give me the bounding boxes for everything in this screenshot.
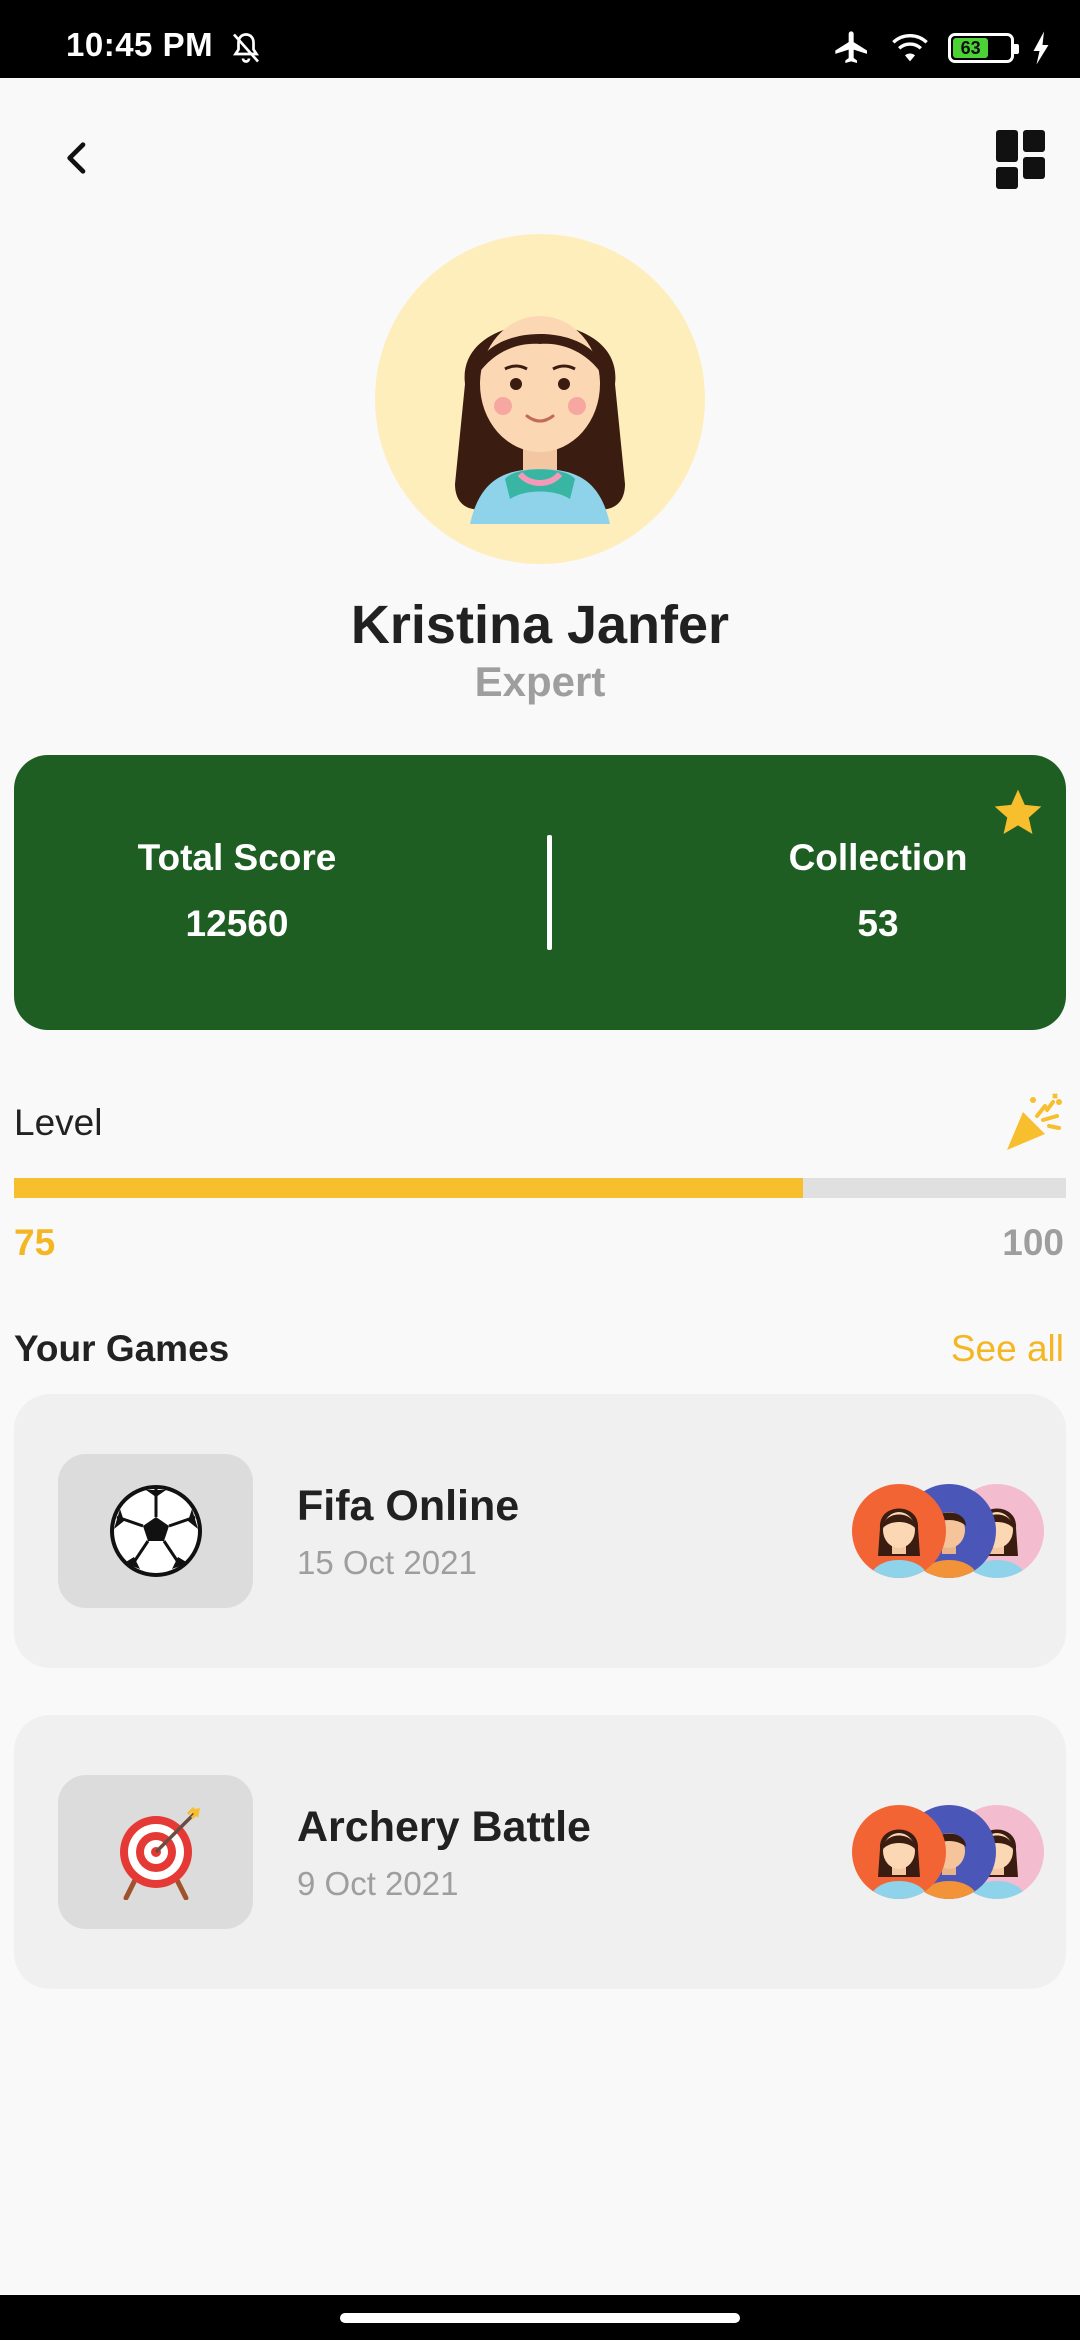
charging-icon <box>1033 31 1049 65</box>
total-score-label: Total Score <box>137 837 337 878</box>
collection-label: Collection <box>788 837 968 878</box>
grid-cell <box>1023 130 1045 152</box>
avatar-girl-illustration <box>455 316 625 524</box>
game-name: Archery Battle <box>297 1803 591 1851</box>
system-nav-bar <box>0 2295 1080 2340</box>
player-avatar <box>852 1805 946 1899</box>
bell-off-icon <box>232 33 260 63</box>
player-avatars <box>852 1805 1052 1901</box>
star-icon <box>994 789 1042 834</box>
wifi-icon <box>892 34 928 62</box>
collection-block: Collection 53 <box>708 837 1048 945</box>
game-card[interactable]: Fifa Online 15 Oct 2021 <box>14 1394 1066 1668</box>
stats-card: Total Score 12560 Collection 53 <box>14 755 1066 1030</box>
battery-icon: 63 <box>948 33 1019 63</box>
profile-rank: Expert <box>474 658 606 705</box>
battery-level: 63 <box>953 38 989 58</box>
level-label: Level <box>14 1102 103 1143</box>
grid-cell <box>1023 157 1045 179</box>
player-avatars <box>852 1484 1052 1580</box>
player-avatar <box>852 1484 946 1578</box>
game-name: Fifa Online <box>297 1482 520 1530</box>
battery-nub <box>1014 44 1019 54</box>
soccer-ball-icon <box>109 1485 202 1577</box>
see-all-link[interactable]: See all <box>951 1328 1064 1370</box>
home-indicator[interactable] <box>340 2313 740 2323</box>
game-card[interactable]: Archery Battle 9 Oct 2021 <box>14 1715 1066 1989</box>
level-progress-fill <box>14 1178 803 1198</box>
status-bar: 10:45 PM 63 <box>0 0 1080 78</box>
grid-cell <box>996 167 1018 189</box>
your-games-title: Your Games <box>14 1328 230 1369</box>
chevron-left-icon <box>67 142 86 174</box>
airplane-icon <box>835 31 867 63</box>
status-icons: 63 <box>832 26 1052 70</box>
game-thumbnail <box>58 1454 253 1608</box>
level-max-value: 100 <box>1002 1222 1064 1263</box>
level-progress-bar <box>14 1178 1066 1198</box>
game-date: 15 Oct 2021 <box>297 1544 477 1581</box>
total-score-value: 12560 <box>185 903 289 944</box>
total-score-block: Total Score 12560 <box>67 837 407 945</box>
stats-divider <box>547 835 552 950</box>
archery-target-icon <box>119 1806 200 1900</box>
back-button[interactable] <box>50 130 106 186</box>
game-date: 9 Oct 2021 <box>297 1865 459 1902</box>
dashboard-grid-icon[interactable] <box>996 130 1052 189</box>
game-thumbnail <box>58 1775 253 1929</box>
party-popper-icon <box>1007 1093 1062 1150</box>
collection-value: 53 <box>857 903 899 944</box>
grid-cell <box>996 130 1018 162</box>
status-time: 10:45 PM <box>66 26 214 63</box>
avatar <box>375 234 705 564</box>
level-current-value: 75 <box>14 1222 56 1263</box>
profile-name: Kristina Janfer <box>350 595 730 655</box>
